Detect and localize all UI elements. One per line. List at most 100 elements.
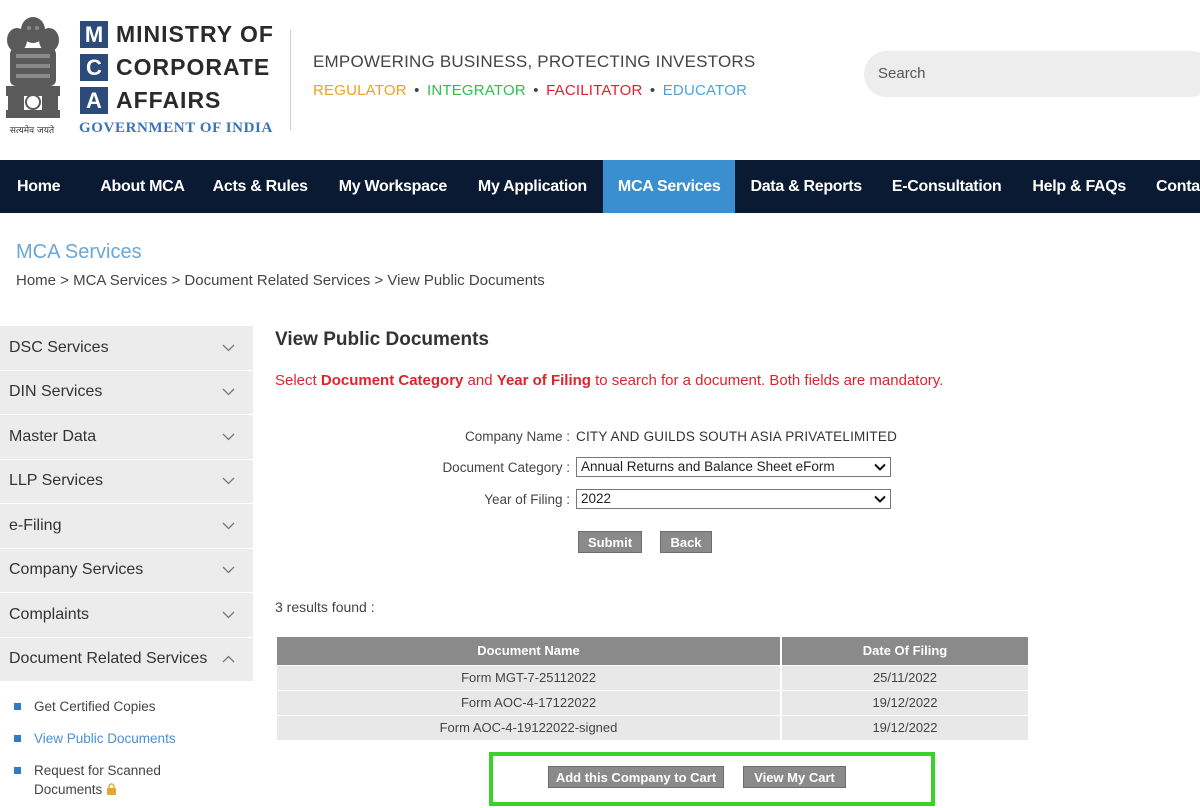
role-separator: •	[414, 82, 420, 99]
roles-line: REGULATOR • INTEGRATOR • FACILITATOR • E…	[313, 82, 750, 99]
back-button[interactable]: Back	[660, 531, 712, 553]
documents-table: Document Name Date Of Filing Form MGT-7-…	[277, 637, 1028, 740]
chevron-down-icon	[874, 463, 886, 471]
document-name-link[interactable]: Form AOC-4-17122022	[277, 689, 782, 715]
column-header-document-name[interactable]: Document Name	[277, 637, 782, 665]
sidebar-item-llp-services[interactable]: LLP Services	[0, 459, 253, 504]
tagline: EMPOWERING BUSINESS, PROTECTING INVESTOR…	[313, 52, 756, 71]
sidebar-item-label: e-Filing	[9, 516, 62, 534]
table-row: Form AOC-4-19122022-signed 19/12/2022	[277, 714, 1028, 740]
role-regulator: REGULATOR	[313, 82, 407, 99]
year-of-filing-value: 2022	[581, 491, 612, 506]
instruction-mid: and	[463, 372, 497, 389]
breadcrumb[interactable]: Home > MCA Services > Document Related S…	[16, 272, 545, 289]
sidebar-item-label: DIN Services	[9, 383, 103, 401]
instruction-suffix: to search for a document. Both fields ar…	[590, 372, 944, 389]
sidebar-item-din-services[interactable]: DIN Services	[0, 370, 253, 415]
nav-help-faqs[interactable]: Help & FAQs	[1016, 160, 1141, 213]
document-name-link[interactable]: Form AOC-4-19122022-signed	[277, 714, 782, 740]
header-divider	[290, 30, 291, 130]
sidebar-item-e-filing[interactable]: e-Filing	[0, 504, 253, 549]
submenu-item-get-certified-copies[interactable]: Get Certified Copies	[0, 692, 253, 724]
instruction-document-category: Document Category	[320, 372, 464, 389]
company-name-label: Company Name :	[464, 428, 570, 444]
sidebar-item-label: DSC Services	[9, 338, 109, 356]
sidebar-item-complaints[interactable]: Complaints	[0, 593, 253, 638]
company-name-row: Company Name : CITY AND GUILDS SOUTH ASI…	[380, 425, 900, 447]
sidebar: DSC Services DIN Services Master Data LL…	[0, 326, 253, 807]
search-input[interactable]: Search	[864, 51, 1200, 97]
nav-contact[interactable]: Contact	[1141, 160, 1200, 213]
nav-about-mca[interactable]: About MCA	[90, 160, 198, 213]
results-count: 3 results found :	[275, 599, 375, 615]
main-nav: Home About MCA Acts & Rules My Workspace…	[0, 160, 1200, 213]
chevron-down-icon	[222, 344, 235, 352]
chevron-down-icon	[222, 522, 235, 530]
logo-word-affairs: AFFAIRS	[116, 87, 222, 113]
nav-mca-services[interactable]: MCA Services	[602, 160, 736, 213]
table-row: Form MGT-7-25112022 25/11/2022	[277, 664, 1028, 690]
nav-my-workspace[interactable]: My Workspace	[323, 160, 462, 213]
submit-button[interactable]: Submit	[578, 531, 642, 553]
page-title: View Public Documents	[275, 329, 489, 350]
emblem-caption: सत्यमेव जयते	[9, 126, 55, 136]
sidebar-item-label: Complaints	[9, 605, 90, 623]
year-of-filing-select[interactable]: 2022	[576, 489, 891, 509]
submenu-item-label-wrap: Request for Scanned Documents	[34, 761, 184, 799]
nav-data-reports[interactable]: Data & Reports	[735, 160, 876, 213]
chevron-down-icon	[222, 433, 235, 441]
role-integrator: INTEGRATOR	[426, 82, 526, 99]
nav-home[interactable]: Home	[0, 160, 90, 213]
role-separator: •	[649, 82, 656, 99]
logo-row-affairs: A AFFAIRS	[80, 84, 274, 117]
logo-word-ministry: MINISTRY OF	[116, 21, 274, 47]
year-of-filing-row: Year of Filing : 2022	[380, 488, 900, 510]
chevron-down-icon	[222, 477, 235, 485]
company-name-value: CITY AND GUILDS SOUTH ASIA PRIVATELIMITE…	[576, 428, 898, 444]
lock-icon	[107, 783, 117, 795]
nav-acts-rules[interactable]: Acts & Rules	[199, 160, 323, 213]
year-of-filing-label: Year of Filing :	[484, 491, 570, 507]
chevron-up-icon	[222, 655, 235, 663]
sidebar-item-company-services[interactable]: Company Services	[0, 548, 253, 593]
sidebar-item-label: Document Related Services	[9, 650, 208, 668]
bullet-icon	[14, 735, 21, 742]
submenu-item-label: Get Certified Copies	[34, 699, 156, 714]
role-educator: EDUCATOR	[662, 82, 748, 99]
date-of-filing-cell: 19/12/2022	[781, 689, 1028, 715]
logo-row-corporate: C CORPORATE	[80, 51, 274, 84]
chevron-down-icon	[222, 611, 235, 619]
sidebar-item-master-data[interactable]: Master Data	[0, 415, 253, 460]
sidebar-item-document-related-services[interactable]: Document Related Services	[0, 637, 253, 682]
date-of-filing-cell: 25/11/2022	[781, 664, 1028, 690]
bullet-icon	[14, 703, 21, 710]
logo-word-corporate: CORPORATE	[116, 54, 271, 80]
submenu-item-request-scanned-documents[interactable]: Request for Scanned Documents	[0, 756, 253, 807]
bullet-icon	[14, 767, 21, 774]
column-header-date-of-filing[interactable]: Date Of Filing	[781, 637, 1028, 665]
document-category-value: Annual Returns and Balance Sheet eForm	[581, 459, 835, 474]
logo-letter-m: M	[80, 21, 108, 48]
nav-my-application[interactable]: My Application	[462, 160, 603, 213]
sidebar-item-label: Company Services	[9, 561, 144, 579]
nav-e-consultation[interactable]: E-Consultation	[877, 160, 1017, 213]
chevron-down-icon	[874, 495, 886, 503]
document-name-link[interactable]: Form MGT-7-25112022	[277, 664, 782, 690]
table-row: Form AOC-4-17122022 19/12/2022	[277, 689, 1028, 715]
logo-row-ministry: M MINISTRY OF	[80, 18, 274, 51]
mca-logo[interactable]: M MINISTRY OF C CORPORATE A AFFAIRS	[80, 18, 274, 117]
add-company-to-cart-button[interactable]: Add this Company to Cart	[548, 766, 724, 788]
role-separator: •	[533, 82, 539, 99]
site-header: सत्यमेव जयते M MINISTRY OF C CORPORATE A…	[0, 0, 1200, 160]
submenu-item-label: Request for Scanned Documents	[34, 763, 161, 797]
logo-letter-c: C	[80, 54, 108, 81]
date-of-filing-cell: 19/12/2022	[781, 714, 1028, 740]
submenu-item-view-public-documents[interactable]: View Public Documents	[0, 724, 253, 756]
view-my-cart-button[interactable]: View My Cart	[743, 766, 846, 788]
document-category-row: Document Category : Annual Returns and B…	[380, 456, 900, 478]
chevron-down-icon	[222, 566, 235, 574]
instruction-prefix: Select	[275, 372, 321, 389]
document-category-select[interactable]: Annual Returns and Balance Sheet eForm	[576, 457, 891, 477]
national-emblem-icon	[6, 17, 60, 118]
sidebar-item-dsc-services[interactable]: DSC Services	[0, 326, 253, 371]
